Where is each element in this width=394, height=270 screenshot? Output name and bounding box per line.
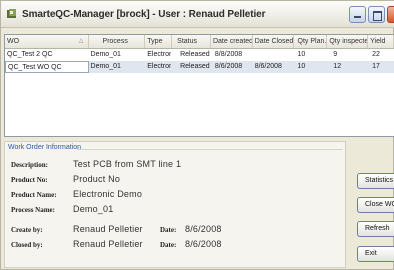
sort-arrow-icon: △	[78, 38, 84, 44]
cell-process: Demo_01	[90, 63, 121, 70]
process-name-label: Process Name:	[11, 206, 55, 214]
cell-qty-inspected: 9	[333, 51, 338, 58]
cell-status: Released	[180, 51, 210, 58]
title-bar[interactable]: SmarteQC-Manager [brock] - User : Renaud…	[1, 1, 394, 28]
column-header-yield[interactable]: Yield	[368, 35, 394, 48]
grid-header: WO △ Process Type Status Date created Da…	[5, 35, 394, 49]
column-header-qty-inspected[interactable]: Qty inspected	[327, 35, 369, 48]
closed-date-label: Date:	[160, 241, 177, 249]
description-label: Description:	[11, 161, 48, 169]
column-header-process[interactable]: Process	[89, 35, 146, 48]
table-row[interactable]: QC_Test 2 QC Demo_01 Electronic Released…	[5, 49, 394, 61]
cell-yield: 17	[372, 63, 380, 70]
refresh-button[interactable]: Refresh	[357, 221, 394, 237]
window-title: SmarteQC-Manager [brock] - User : Renaud…	[22, 8, 266, 20]
info-divider	[77, 149, 343, 150]
exit-button[interactable]: Exit	[357, 246, 394, 262]
cell-date-created: 8/8/2008	[214, 51, 243, 58]
main-window: SmarteQC-Manager [brock] - User : Renaud…	[0, 0, 394, 270]
cell-status: Released	[180, 63, 210, 70]
created-date-value: 8/6/2008	[185, 224, 222, 234]
work-order-grid[interactable]: WO △ Process Type Status Date created Da…	[4, 34, 394, 137]
cell-process: Demo_01	[90, 51, 121, 58]
column-header-status[interactable]: Status	[172, 35, 211, 48]
product-no-value: Product No	[73, 174, 121, 184]
cell-wo: QC_Test 2 QC	[7, 51, 53, 58]
column-header-qty-planned[interactable]: Qty Plan...	[294, 35, 328, 48]
column-header-wo[interactable]: WO △	[5, 35, 89, 48]
created-by-value: Renaud Pelletier	[73, 224, 143, 234]
minimize-icon[interactable]	[349, 6, 366, 23]
cell-date-closed	[253, 49, 294, 61]
cell-qty-planned: 10	[297, 63, 306, 70]
close-wo-button[interactable]: Close WO	[357, 197, 394, 213]
process-name-value: Demo_01	[73, 204, 114, 214]
cell-qty-inspected: 12	[333, 63, 342, 70]
cell-date-closed: 8/6/2008	[254, 63, 282, 70]
cell-wo: QC_Test WO QC	[5, 61, 89, 73]
cell-type: Electronic	[147, 51, 171, 58]
statistics-button[interactable]: Statistics	[357, 173, 394, 189]
app-logo-icon	[7, 9, 16, 18]
info-panel-title: Work Order Information	[8, 144, 82, 151]
product-no-label: Product No:	[11, 176, 48, 184]
table-row-selected[interactable]: QC_Test WO QC Demo_01 Electronic Release…	[5, 61, 394, 73]
created-date-label: Date:	[160, 226, 177, 234]
work-order-info-panel: Work Order Information Description: Test…	[4, 141, 346, 268]
closed-by-value: Renaud Pelletier	[73, 239, 143, 249]
maximize-icon[interactable]	[368, 6, 385, 23]
close-icon[interactable]	[387, 6, 394, 23]
column-header-type[interactable]: Type	[145, 35, 173, 48]
closed-by-label: Closed by:	[11, 241, 43, 249]
created-by-label: Create by:	[11, 226, 43, 234]
column-header-date-created[interactable]: Date created	[211, 35, 253, 48]
product-name-label: Product Name:	[11, 191, 57, 199]
cell-yield: 22	[372, 51, 380, 58]
cell-type: Electronic	[147, 63, 171, 70]
column-header-date-closed[interactable]: Date Closed	[253, 35, 294, 48]
description-value: Test PCB from SMT line 1	[73, 159, 182, 169]
window-controls	[349, 6, 394, 23]
cell-date-created: 8/6/2008	[214, 63, 243, 70]
cell-qty-planned: 10	[297, 51, 306, 58]
product-name-value: Electronic Demo	[73, 189, 143, 199]
closed-date-value: 8/6/2008	[185, 239, 222, 249]
